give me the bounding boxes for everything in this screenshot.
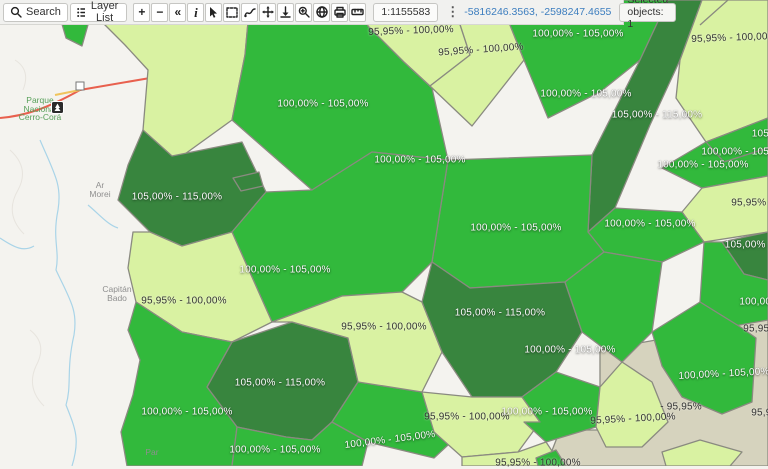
freehand-draw-button[interactable] — [241, 2, 259, 22]
info-icon: i — [194, 4, 198, 20]
search-icon — [10, 6, 22, 18]
zoom-out-button[interactable]: − — [151, 2, 169, 22]
pointer-icon — [210, 7, 218, 18]
search-button[interactable]: Search — [3, 2, 68, 22]
magnifier-icon — [298, 6, 310, 18]
scale-display: 1:1155583 — [373, 2, 439, 22]
zoom-tool-button[interactable] — [295, 2, 313, 22]
coordinates-display: -5816246.3563, -2598247.4655 — [464, 6, 612, 18]
previous-extent-icon: « — [174, 5, 182, 19]
layer-list-button[interactable]: Layer List — [69, 0, 128, 24]
download-icon — [280, 6, 292, 18]
map-viewport[interactable]: 95,95% - 100,00% 95,95% - 100,00% 100,00% … — [0, 0, 768, 469]
toolbar: Search Layer List + − « i 1:1155583 ⋮ -5… — [0, 0, 677, 30]
layer-list-icon — [77, 7, 85, 17]
rectangle-select-button[interactable] — [223, 2, 241, 22]
measure-icon — [351, 8, 365, 16]
print-button[interactable] — [331, 2, 349, 22]
pan-tool-button[interactable] — [259, 2, 277, 22]
tool-button-group: + − « i — [133, 2, 367, 22]
print-icon — [334, 6, 346, 18]
road-marker — [75, 81, 85, 91]
zoom-in-icon: + — [138, 5, 146, 19]
search-label: Search — [26, 6, 61, 18]
zoom-in-button[interactable]: + — [133, 2, 151, 22]
globe-button[interactable] — [313, 2, 331, 22]
rectangle-select-icon — [226, 6, 238, 18]
freehand-draw-icon — [244, 7, 256, 17]
globe-icon — [316, 6, 328, 18]
previous-extent-button[interactable]: « — [169, 2, 187, 22]
pointer-tool-button[interactable] — [205, 2, 223, 22]
map-canvas[interactable] — [0, 0, 768, 466]
measure-button[interactable] — [349, 2, 367, 22]
layer-list-label: Layer List — [90, 0, 119, 24]
park-icon — [51, 101, 64, 114]
pan-icon — [261, 6, 274, 18]
zoom-out-icon: − — [156, 5, 164, 19]
download-button[interactable] — [277, 2, 295, 22]
selected-objects-badge: Selected objects: 1 — [619, 0, 677, 30]
overflow-dots-icon: ⋮ — [446, 4, 460, 19]
info-button[interactable]: i — [187, 2, 205, 22]
